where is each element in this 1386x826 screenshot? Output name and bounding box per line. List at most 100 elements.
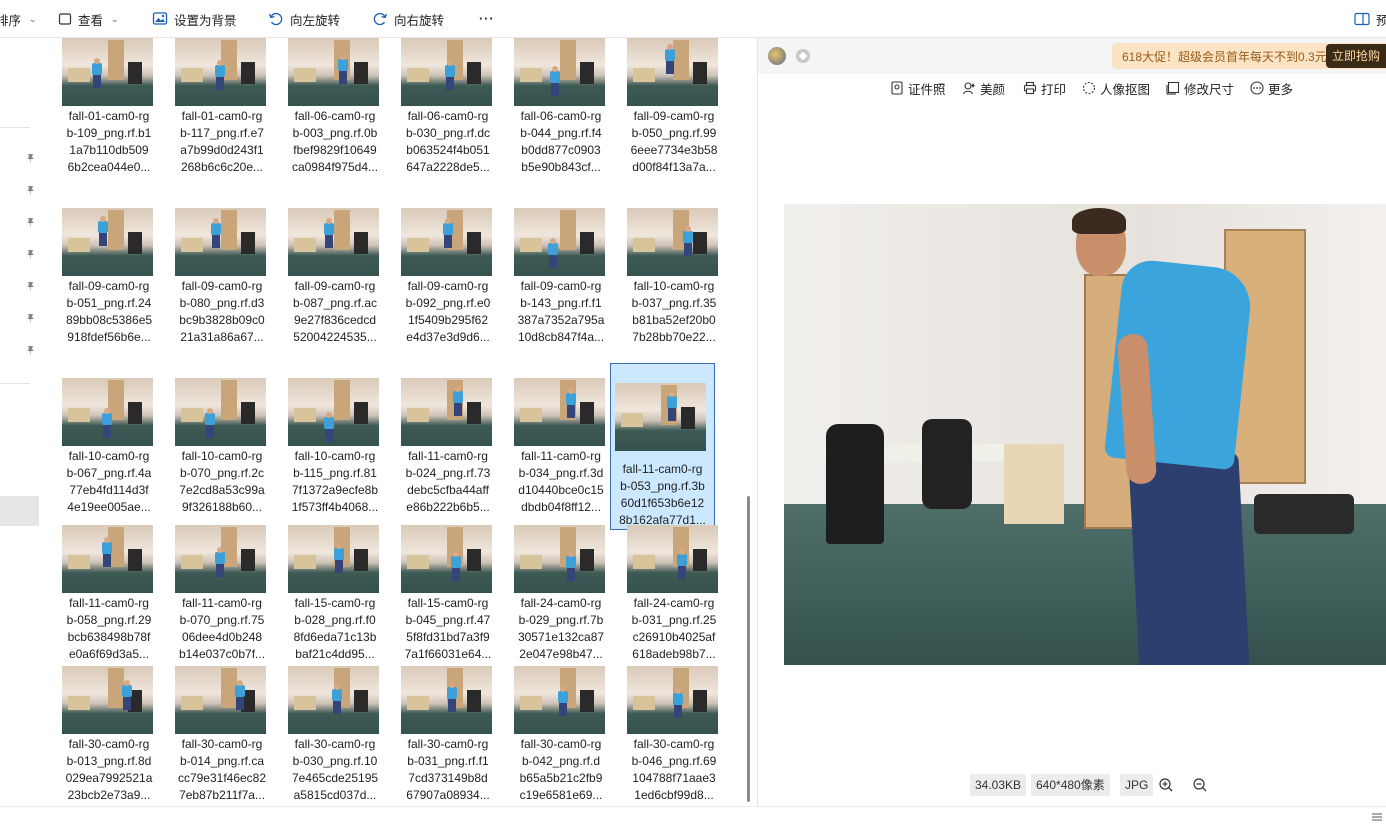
- file-tile[interactable]: fall-24-cam0-rg b-029_png.rf.7b 30571e132c…: [499, 515, 605, 675]
- zoom-out-icon[interactable]: [1192, 777, 1208, 793]
- file-thumbnail: [514, 208, 605, 276]
- file-tile[interactable]: fall-09-cam0-rg b-051_png.rf.24 89bb08c538…: [47, 198, 153, 358]
- sort-button[interactable]: 排序 ⌄: [0, 0, 37, 38]
- print-label: 打印: [1041, 82, 1067, 97]
- file-tile[interactable]: fall-30-cam0-rg b-013_png.rf.8d 029ea79925…: [47, 662, 153, 806]
- file-name-line: b-070_png.rf.75: [179, 613, 265, 627]
- file-name-line: 647a2228de5...: [406, 160, 490, 174]
- set-background-button[interactable]: 设置为背景: [152, 0, 237, 38]
- nav-item-selected[interactable]: [0, 496, 39, 526]
- beautify-button[interactable]: 美颜: [962, 78, 1005, 98]
- view-button[interactable]: 查看 ⌄: [58, 0, 119, 38]
- file-name-line: b65a5b21c2fb9: [519, 771, 603, 785]
- file-name: fall-24-cam0-rg b-031_png.rf.25 c26910b402…: [626, 595, 722, 663]
- file-tile[interactable]: fall-24-cam0-rg b-031_png.rf.25 c26910b402…: [612, 515, 718, 675]
- preview-pane-button[interactable]: 预: [1354, 0, 1386, 38]
- rotate-right-button[interactable]: 向右旋转: [372, 0, 444, 38]
- scrollbar-thumb[interactable]: [747, 496, 750, 802]
- resize-button[interactable]: 修改尺寸: [1166, 78, 1234, 98]
- file-thumbnail: [175, 38, 266, 106]
- file-tile[interactable]: fall-06-cam0-rg b-044_png.rf.f4 b0dd877c09…: [499, 38, 605, 188]
- file-name-line: b-092_png.rf.e0: [405, 296, 491, 310]
- file-tile[interactable]: fall-10-cam0-rg b-037_png.rf.35 b81ba52ef2…: [612, 198, 718, 358]
- promo-text: 618大促！超级会员首年每天不到0.3元: [1122, 49, 1327, 64]
- file-name-line: b-045_png.rf.47: [405, 613, 491, 627]
- file-tile[interactable]: fall-30-cam0-rg b-031_png.rf.f1 7cd373149b…: [386, 662, 492, 806]
- file-name-line: 06dee4d0b248: [181, 630, 263, 644]
- file-tile[interactable]: fall-11-cam0-rg b-034_png.rf.3d d10440bce0…: [499, 368, 605, 528]
- printer-icon: [1023, 81, 1037, 95]
- more-options-button[interactable]: ···: [479, 0, 495, 38]
- file-thumbnail: [627, 208, 718, 276]
- image-format: JPG: [1120, 774, 1154, 796]
- file-name-line: b0dd877c0903: [521, 143, 601, 157]
- file-name-line: b-024_png.rf.73: [405, 466, 491, 480]
- file-tile[interactable]: fall-09-cam0-rg b-050_png.rf.99 6eee7734e3…: [612, 38, 718, 188]
- zoom-in-icon[interactable]: [1158, 777, 1174, 793]
- file-tile[interactable]: fall-30-cam0-rg b-046_png.rf.69 104788f71a…: [612, 662, 718, 806]
- file-thumbnail: [288, 378, 379, 446]
- file-name-line: fall-15-cam0-rg: [407, 596, 489, 610]
- id-photo-button[interactable]: 证件照: [890, 78, 946, 98]
- beautify-icon: [962, 82, 976, 95]
- pin-icon[interactable]: [25, 249, 36, 260]
- file-tile[interactable]: fall-11-cam0-rg b-024_png.rf.73 debc5cfba4…: [386, 368, 492, 528]
- details-view-icon[interactable]: [1372, 812, 1382, 822]
- file-tile[interactable]: fall-09-cam0-rg b-092_png.rf.e0 1f5409b295…: [386, 198, 492, 358]
- file-name: fall-09-cam0-rg b-050_png.rf.99 6eee7734e3…: [626, 108, 722, 176]
- file-tile[interactable]: fall-15-cam0-rg b-045_png.rf.47 5f8fd31bd7…: [386, 515, 492, 675]
- pin-icon[interactable]: [25, 313, 36, 324]
- file-thumbnail: [514, 38, 605, 106]
- file-tile[interactable]: fall-15-cam0-rg b-028_png.rf.f0 8fd6eda71c…: [273, 515, 379, 675]
- file-tile[interactable]: fall-01-cam0-rg b-117_png.rf.e7 a7b99d0d24…: [160, 38, 266, 188]
- file-name-line: 30571e132ca87: [517, 630, 605, 644]
- file-name-line: b-051_png.rf.24: [66, 296, 152, 310]
- file-tile[interactable]: fall-10-cam0-rg b-115_png.rf.81 7f1372a9ec…: [273, 368, 379, 528]
- file-tile[interactable]: fall-11-cam0-rg b-053_png.rf.3b 60d1f653b6…: [610, 363, 715, 530]
- file-thumbnail: [62, 38, 153, 106]
- avatar[interactable]: [768, 47, 786, 65]
- file-tile[interactable]: fall-11-cam0-rg b-070_png.rf.75 06dee4d0b2…: [160, 515, 266, 675]
- file-tile[interactable]: fall-30-cam0-rg b-030_png.rf.10 7e465cde25…: [273, 662, 379, 806]
- file-name-line: b-037_png.rf.35: [631, 296, 717, 310]
- view-label: 查看: [78, 13, 104, 28]
- file-name-line: 21a31a86a67...: [180, 330, 264, 344]
- file-name-line: baf21c4dd95...: [295, 647, 375, 661]
- portrait-cutout-button[interactable]: 人像抠图: [1082, 78, 1150, 98]
- file-thumbnail: [175, 666, 266, 734]
- file-name-line: fall-11-cam0-rg: [69, 596, 149, 610]
- file-tile[interactable]: fall-10-cam0-rg b-070_png.rf.2c 7e2cd8a53c…: [160, 368, 266, 528]
- file-thumbnail: [175, 378, 266, 446]
- file-tile[interactable]: fall-06-cam0-rg b-003_png.rf.0b fbef9829f1…: [273, 38, 379, 188]
- file-name-line: 7cd373149b8d: [408, 771, 488, 785]
- file-tile[interactable]: fall-09-cam0-rg b-080_png.rf.d3 bc9b3828b0…: [160, 198, 266, 358]
- file-tile[interactable]: fall-09-cam0-rg b-087_png.rf.ac 9e27f836ce…: [273, 198, 379, 358]
- promo-banner[interactable]: 618大促！超级会员首年每天不到0.3元 立即抢购: [1112, 43, 1386, 69]
- file-tile[interactable]: fall-30-cam0-rg b-042_png.rf.d b65a5b21c2f…: [499, 662, 605, 806]
- print-button[interactable]: 打印: [1023, 78, 1066, 98]
- file-name-line: fall-15-cam0-rg: [294, 596, 376, 610]
- file-thumbnail: [175, 525, 266, 593]
- pin-icon[interactable]: [25, 217, 36, 228]
- pin-icon[interactable]: [25, 281, 36, 292]
- wallpaper-icon: [152, 12, 168, 25]
- file-name-line: b-030_png.rf.dc: [405, 126, 491, 140]
- file-name-line: 9f326188b60...: [181, 500, 263, 514]
- file-thumbnail: [514, 666, 605, 734]
- file-thumbnail: [401, 666, 492, 734]
- file-tile[interactable]: fall-06-cam0-rg b-030_png.rf.dc b063524f4b…: [386, 38, 492, 188]
- promo-buy-button[interactable]: 立即抢购: [1325, 44, 1386, 68]
- more-actions-button[interactable]: 更多: [1250, 78, 1293, 98]
- file-tile[interactable]: fall-01-cam0-rg b-109_png.rf.b1 1a7b110db5…: [47, 38, 153, 188]
- file-tile[interactable]: fall-09-cam0-rg b-143_png.rf.f1 387a7352a7…: [499, 198, 605, 358]
- pin-icon[interactable]: [25, 345, 36, 356]
- file-name-line: b-031_png.rf.25: [631, 613, 717, 627]
- file-name-line: 7f1372a9ecfe8b: [291, 483, 379, 497]
- pin-icon[interactable]: [25, 185, 36, 196]
- file-name-line: b-028_png.rf.f0: [294, 613, 376, 627]
- pin-icon[interactable]: [25, 153, 36, 164]
- file-tile[interactable]: fall-30-cam0-rg b-014_png.rf.ca cc79e31f46…: [160, 662, 266, 806]
- file-tile[interactable]: fall-11-cam0-rg b-058_png.rf.29 bcb638498b…: [47, 515, 153, 675]
- rotate-left-button[interactable]: 向左旋转: [268, 0, 340, 38]
- file-tile[interactable]: fall-10-cam0-rg b-067_png.rf.4a 77eb4fd114…: [47, 368, 153, 528]
